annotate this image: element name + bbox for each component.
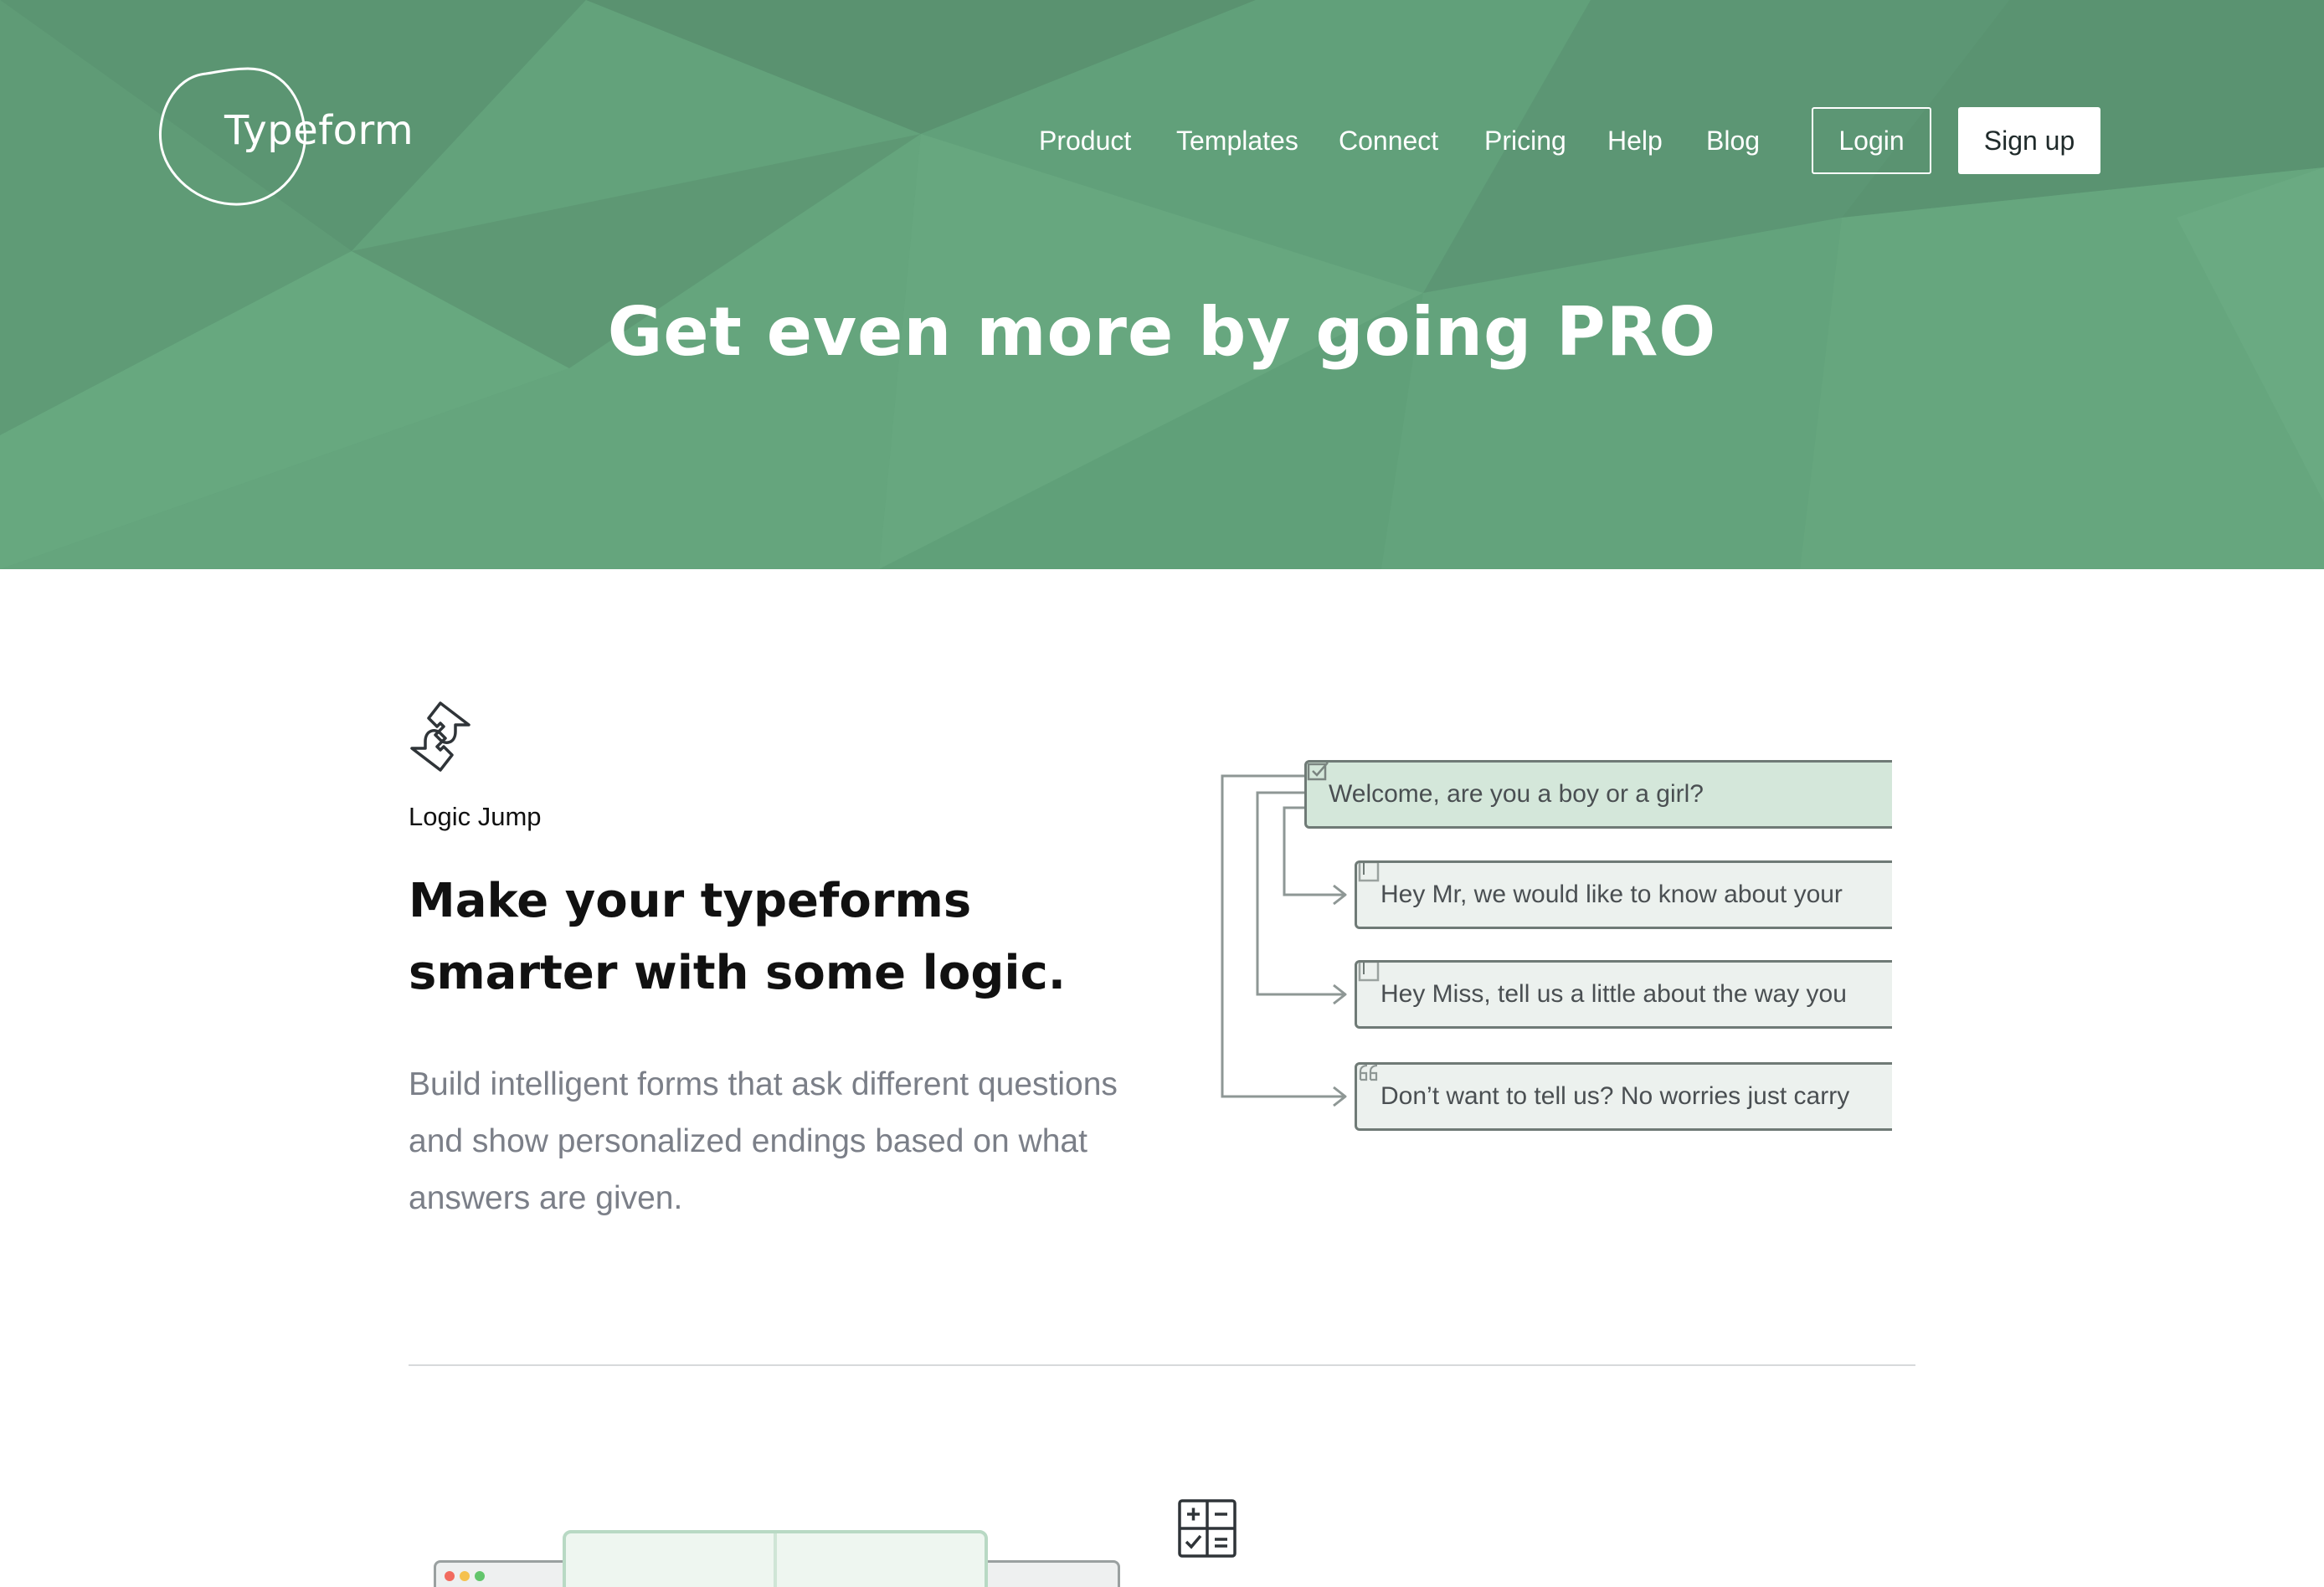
signup-button[interactable]: Sign up — [1958, 107, 2100, 174]
hero-banner: Typeform Product Templates Connect Prici… — [0, 0, 2324, 569]
text-field-icon — [1358, 963, 1380, 982]
logic-question-text: Welcome, are you a boy or a girl? — [1329, 780, 1704, 808]
logic-branch-text: Hey Mr, we would like to know about your — [1381, 881, 1843, 908]
feature-description: Build intelligent forms that ask differe… — [409, 1066, 1118, 1216]
hero-title: Get even more by going PRO — [607, 293, 1717, 371]
feature-heading: Make your typeforms smarter with some lo… — [409, 874, 1067, 1000]
logic-branch-node[interactable]: Don’t want to tell us? No worries just c… — [1355, 1062, 1892, 1131]
browser-window-mock — [434, 1560, 584, 1587]
logic-jump-diagram: Welcome, are you a boy or a girl? Hey Mr… — [1214, 716, 1892, 1176]
text-field-icon — [1358, 863, 1380, 882]
logic-branch-node[interactable]: Hey Mr, we would like to know about your — [1355, 860, 1892, 929]
logic-branch-text: Don’t want to tell us? No worries just c… — [1381, 1082, 1850, 1110]
nav-item-pricing[interactable]: Pricing — [1484, 107, 1566, 174]
multiple-choice-icon — [1307, 763, 1329, 781]
nav-item-blog[interactable]: Blog — [1706, 107, 1760, 174]
logic-jump-arrows-icon — [410, 701, 470, 772]
logic-branch-text: Hey Miss, tell us a little about the way… — [1381, 980, 1847, 1008]
feature-eyebrow: Logic Jump — [409, 802, 542, 831]
section-divider — [409, 1364, 1915, 1366]
window-minimize-dot — [460, 1571, 470, 1581]
nav-item-help[interactable]: Help — [1607, 107, 1663, 174]
typeform-logo[interactable]: Typeform — [156, 65, 440, 208]
window-maximize-dot — [475, 1571, 485, 1581]
logic-branch-node[interactable]: Hey Miss, tell us a little about the way… — [1355, 960, 1892, 1029]
logic-question-node[interactable]: Welcome, are you a boy or a girl? — [1304, 760, 1892, 829]
statement-quote-icon — [1359, 1065, 1378, 1081]
nav-item-connect[interactable]: Connect — [1339, 107, 1438, 174]
nav-item-product[interactable]: Product — [1039, 107, 1131, 174]
form-preview-card — [563, 1530, 988, 1587]
card-divider — [774, 1533, 777, 1587]
logo-wordmark: Typeform — [224, 107, 414, 154]
nav-item-templates[interactable]: Templates — [1176, 107, 1298, 174]
window-close-dot — [445, 1571, 455, 1581]
login-button[interactable]: Login — [1812, 107, 1931, 174]
calculator-icon — [1178, 1499, 1237, 1558]
